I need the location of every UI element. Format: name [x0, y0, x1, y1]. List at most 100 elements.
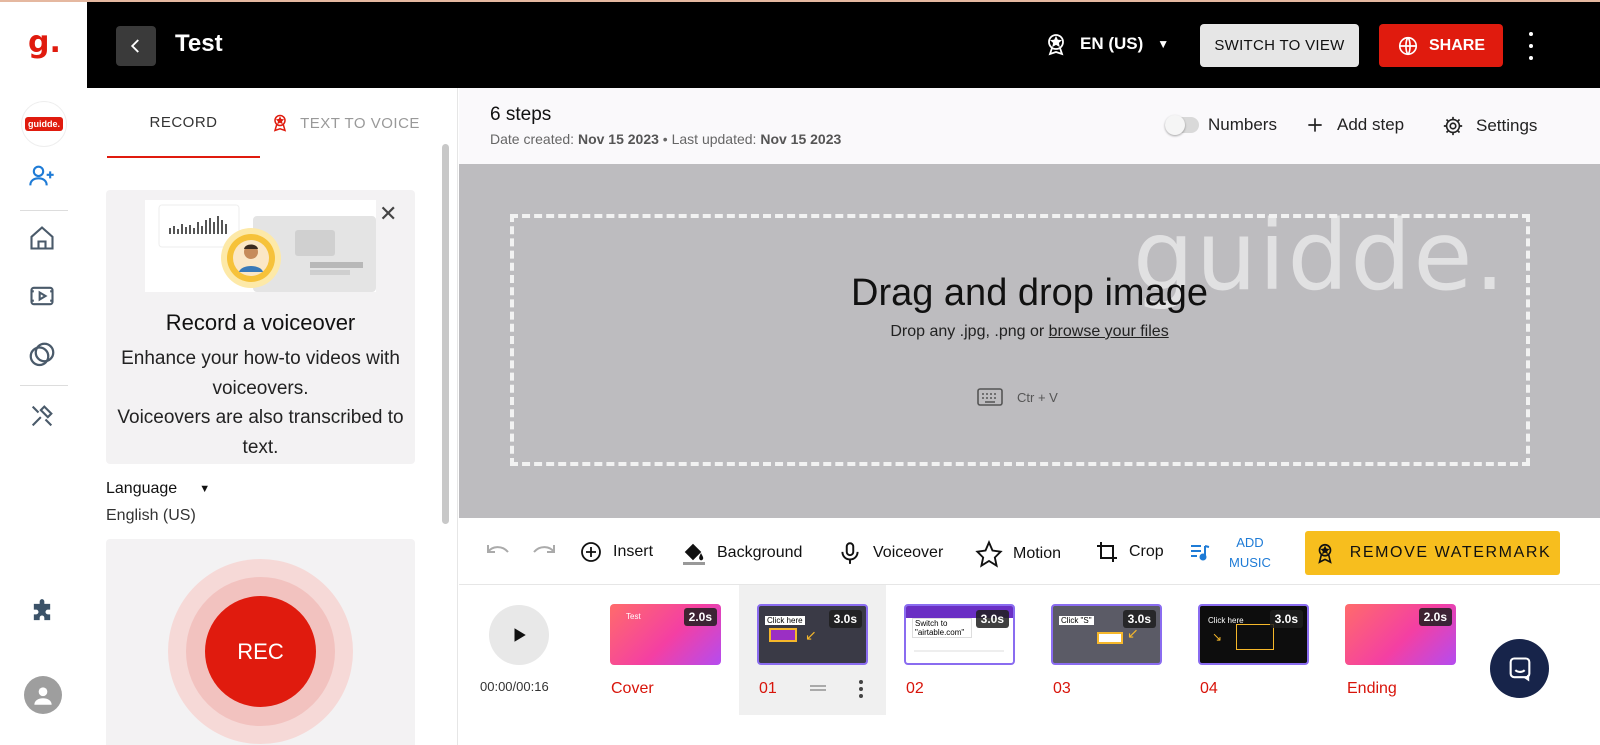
editor-header: 6 steps Date created: Nov 15 2023 • Last…	[459, 88, 1600, 164]
voiceover-button[interactable]: Voiceover	[837, 540, 943, 566]
browse-files-link[interactable]: browse your files	[1049, 323, 1169, 340]
step-duration: 2.0s	[1418, 608, 1452, 626]
tools-icon[interactable]	[26, 400, 58, 432]
paint-bucket-icon	[683, 543, 705, 565]
settings-button[interactable]: Settings	[1442, 115, 1537, 137]
editor-toolbar: Insert Background Voiceover Motion Crop …	[459, 518, 1600, 585]
motion-label: Motion	[1013, 545, 1062, 562]
home-icon[interactable]	[26, 222, 58, 254]
tab-text-to-voice-label: TEXT TO VOICE	[300, 114, 420, 132]
plus-icon	[1308, 118, 1322, 132]
spaces-icon[interactable]	[26, 339, 58, 371]
numbers-label[interactable]: Numbers	[1208, 115, 1277, 135]
language-label: EN (US)	[1080, 34, 1144, 53]
user-avatar-icon[interactable]	[24, 676, 62, 714]
gear-icon	[1443, 116, 1463, 136]
add-music-label: MUSIC	[1229, 555, 1271, 570]
remove-watermark-button[interactable]: REMOVE WATERMARK	[1305, 531, 1560, 575]
card-description: Enhance your how-to videos with voiceove…	[106, 344, 415, 462]
dropzone-subtitle-text: Drop any .jpg, .png or	[890, 323, 1045, 340]
step-duration: 3.0s	[828, 610, 862, 628]
numbers-toggle[interactable]	[1165, 115, 1199, 135]
paste-hint: Ctr + V	[977, 387, 1058, 407]
top-bar: Test EN (US) ▼ SWITCH TO VIEW SHARE	[87, 0, 1600, 88]
award-icon	[1048, 34, 1064, 56]
app-logo[interactable]: g.	[28, 26, 61, 60]
star-icon	[975, 540, 1003, 568]
award-icon	[1317, 543, 1332, 564]
motion-button[interactable]: Motion	[975, 540, 1061, 568]
rail-divider	[20, 210, 68, 211]
step-thumbnail-03[interactable]: Click "S" ↙ 3.0s	[1051, 604, 1162, 665]
play-button[interactable]	[489, 605, 549, 665]
voiceover-illustration	[145, 200, 376, 292]
card-description-line: Enhance your how-to videos with voiceove…	[121, 348, 400, 399]
record-button[interactable]: REC	[205, 596, 316, 707]
chat-support-button[interactable]	[1490, 639, 1549, 698]
back-button[interactable]	[116, 26, 156, 66]
step-label[interactable]: 03	[1053, 680, 1071, 698]
left-rail: g. guidde.	[0, 0, 87, 745]
switch-to-view-button[interactable]: SWITCH TO VIEW	[1200, 24, 1359, 67]
add-step-label: Add step	[1337, 115, 1405, 134]
chat-icon	[1509, 656, 1530, 681]
chevron-left-icon	[130, 39, 139, 53]
crop-label: Crop	[1129, 543, 1164, 560]
step-label[interactable]: 02	[906, 680, 924, 698]
step-duration: 3.0s	[1269, 610, 1303, 628]
card-description-line: Voiceovers are also transcribed to text.	[117, 407, 404, 458]
thumbnail-highlight	[769, 628, 797, 642]
extension-icon[interactable]	[26, 596, 58, 628]
caret-down-icon: ▼	[199, 483, 211, 495]
add-music-button[interactable]: ADD MUSIC	[1229, 533, 1271, 573]
step-label[interactable]: 01	[759, 680, 777, 698]
globe-icon	[1398, 36, 1418, 55]
close-icon[interactable]: ✕	[379, 202, 397, 227]
thumbnail-text: Click here	[765, 616, 805, 625]
arrow-icon: ↙	[805, 628, 817, 644]
share-label: SHARE	[1428, 36, 1485, 54]
page-title[interactable]: Test	[175, 30, 223, 58]
background-button[interactable]: Background	[681, 540, 802, 566]
arrow-icon: ↙	[1127, 626, 1139, 642]
add-user-icon[interactable]	[26, 160, 58, 192]
date-created-label: Date created:	[490, 131, 575, 147]
step-label[interactable]: Cover	[611, 680, 654, 698]
paste-shortcut: Ctr + V	[1017, 389, 1058, 405]
panel-scrollbar[interactable]	[442, 144, 449, 524]
step-label[interactable]: Ending	[1347, 680, 1397, 698]
share-button[interactable]: SHARE	[1379, 24, 1503, 67]
crop-button[interactable]: Crop	[1095, 540, 1164, 564]
language-dropdown[interactable]: Language ▼	[106, 480, 210, 498]
workspace-avatar[interactable]: guidde.	[22, 102, 66, 146]
voiceover-label: Voiceover	[873, 544, 944, 561]
background-label: Background	[717, 544, 803, 561]
dates-separator: •	[662, 131, 668, 147]
step-thumbnail-02[interactable]: Switch to "airtable.com" 3.0s	[904, 604, 1015, 665]
tab-record[interactable]: RECORD	[107, 88, 260, 158]
timeline: 00:00/00:16 Test 2.0s Cover Click here ↙…	[459, 585, 1600, 745]
add-step-button[interactable]: Add step	[1305, 115, 1404, 135]
workspace-badge-label: guidde.	[25, 117, 63, 131]
voiceover-panel: RECORD TEXT TO VOICE ✕ Record a voiceove…	[87, 88, 458, 745]
thumbnail-highlight	[1236, 624, 1274, 650]
videos-icon[interactable]	[26, 280, 58, 312]
language-selector[interactable]: EN (US) ▼	[1044, 32, 1169, 56]
step-label[interactable]: 04	[1200, 680, 1218, 698]
step-thumbnail-04[interactable]: Click here ↘ 3.0s	[1198, 604, 1309, 665]
music-icon[interactable]	[1189, 542, 1211, 562]
microphone-icon	[841, 542, 859, 564]
tab-text-to-voice[interactable]: TEXT TO VOICE	[260, 88, 430, 158]
step-thumbnail-cover[interactable]: Test 2.0s	[610, 604, 721, 665]
redo-icon[interactable]	[530, 540, 558, 562]
drag-handle-icon[interactable]	[810, 685, 826, 691]
step-thumbnail-01[interactable]: Click here ↙ 3.0s	[757, 604, 868, 665]
undo-icon[interactable]	[484, 540, 512, 562]
insert-button[interactable]: Insert	[579, 540, 653, 564]
step-thumbnail-ending[interactable]: 2.0s	[1345, 604, 1456, 665]
record-area: REC	[106, 539, 415, 745]
step-more-icon[interactable]	[859, 680, 863, 698]
step-canvas: guidde. Drag and drop image Drop any .jp…	[459, 164, 1600, 518]
more-options-icon[interactable]	[1524, 32, 1538, 60]
step-duration: 3.0s	[975, 610, 1009, 628]
